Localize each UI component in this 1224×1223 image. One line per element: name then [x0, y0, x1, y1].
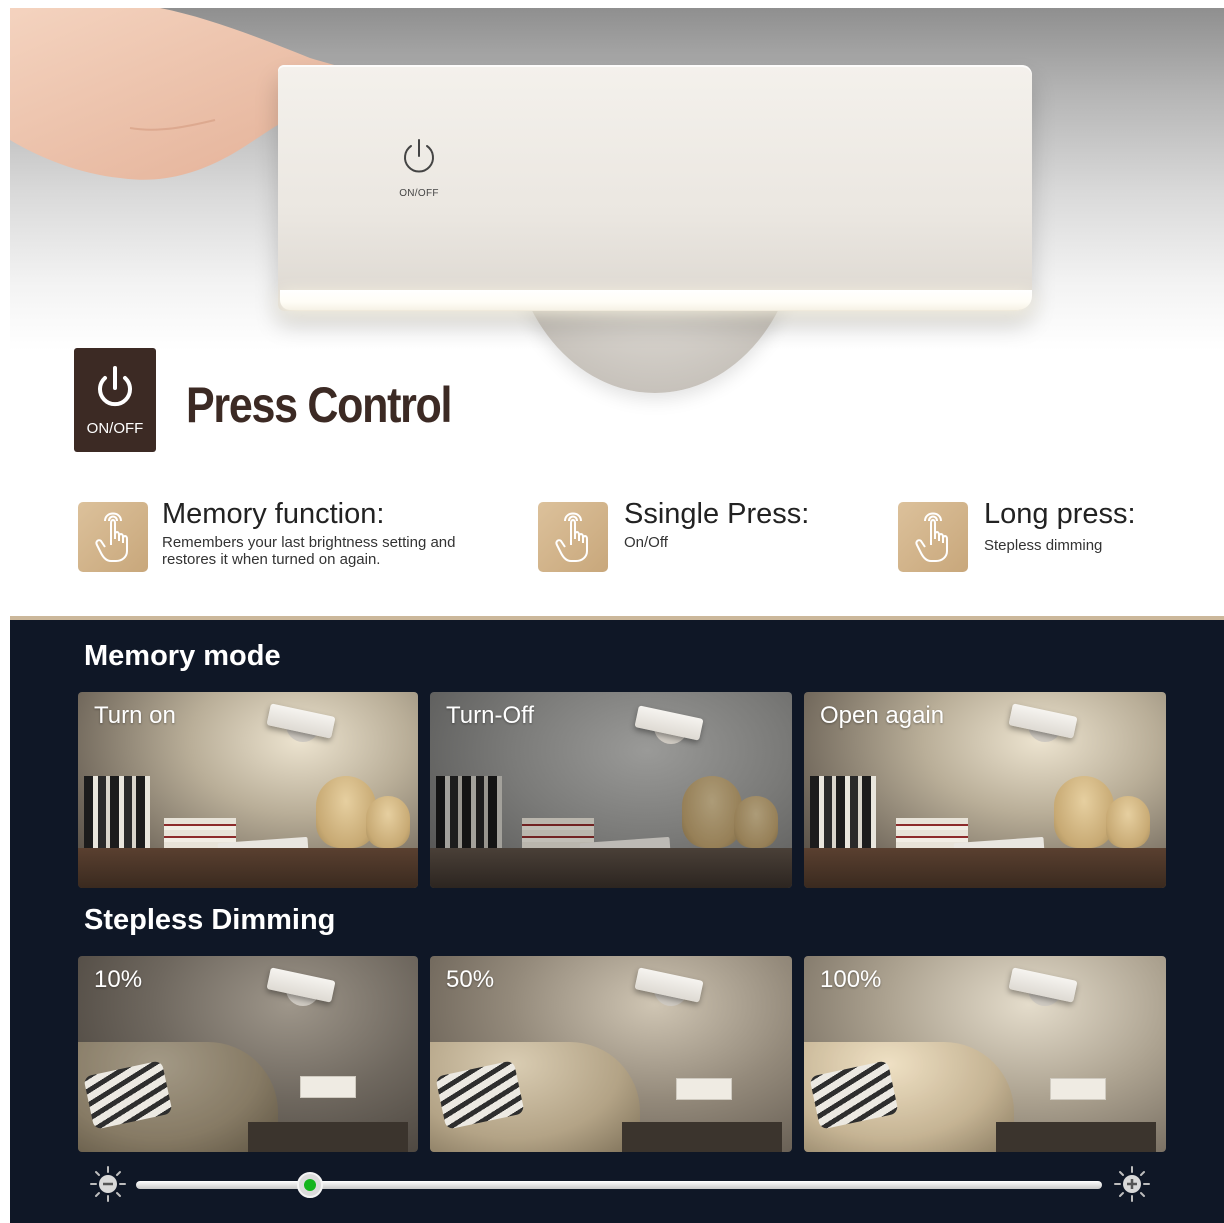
hero-section: ON/OFF ON/OFF Press Control Memory funct…: [10, 8, 1224, 620]
touch-hand-icon: [538, 502, 608, 572]
photo-label: 50%: [446, 966, 495, 993]
teddy-bear-image: [366, 796, 410, 848]
touch-hand-icon: [78, 502, 148, 572]
touch-hand-icon: [898, 502, 968, 572]
onoff-badge: ON/OFF: [74, 348, 156, 452]
dimming-photo-50: 50%: [430, 956, 792, 1152]
feature-desc: Remembers your last brightness setting a…: [162, 534, 456, 551]
teddy-bear-image: [1106, 796, 1150, 848]
memory-photo-turn-on: Turn on: [78, 692, 418, 888]
brightness-slider-track[interactable]: [136, 1181, 1102, 1189]
power-icon[interactable]: [399, 136, 439, 176]
photo-label: Turn-Off: [446, 702, 535, 729]
feature-desc: Stepless dimming: [984, 537, 1103, 554]
lamp-light-edge: [280, 290, 1032, 310]
sun-minus-icon[interactable]: [90, 1166, 126, 1202]
feature-title: Long press:: [984, 498, 1136, 530]
nightstand-image: [996, 1122, 1156, 1152]
dimming-photo-10: 10%: [78, 956, 418, 1152]
photo-label: 10%: [94, 966, 143, 993]
wall-outlet-image: [300, 1076, 356, 1098]
photo-label: 100%: [820, 966, 882, 993]
feature-title: Ssingle Press:: [624, 498, 810, 530]
feature-desc: restores it when turned on again.: [162, 551, 381, 568]
desk-image: [78, 848, 418, 888]
brightness-slider-knob[interactable]: [296, 1172, 323, 1198]
desk-image: [430, 848, 792, 888]
memory-photo-open-again: Open again: [804, 692, 1166, 888]
feature-desc: On/Off: [624, 534, 668, 551]
photo-label: Open again: [820, 702, 945, 729]
dimming-photo-100: 100%: [804, 956, 1166, 1152]
wall-outlet-image: [1050, 1078, 1106, 1100]
photo-label: Turn on: [94, 702, 176, 729]
feature-title: Memory function:: [162, 498, 385, 530]
lamp-power-label: ON/OFF: [399, 188, 439, 199]
teddy-bear-image: [682, 776, 742, 848]
page-title: Press Control: [186, 377, 452, 433]
demo-panel: Memory mode Turn on Turn-Off Open again: [10, 620, 1224, 1223]
teddy-bear-image: [1054, 776, 1114, 848]
power-icon: [98, 366, 132, 407]
books-image: [436, 776, 502, 852]
stepless-dimming-heading: Stepless Dimming: [84, 904, 336, 936]
badge-label: ON/OFF: [86, 420, 144, 437]
memory-photo-turn-off: Turn-Off: [430, 692, 792, 888]
books-image: [84, 776, 150, 852]
memory-mode-heading: Memory mode: [84, 640, 281, 672]
teddy-bear-image: [734, 796, 778, 848]
nightstand-image: [248, 1122, 408, 1152]
wall-outlet-image: [676, 1078, 732, 1100]
sun-plus-icon[interactable]: [1114, 1166, 1150, 1202]
books-image: [810, 776, 876, 852]
nightstand-image: [622, 1122, 782, 1152]
desk-image: [804, 848, 1166, 888]
